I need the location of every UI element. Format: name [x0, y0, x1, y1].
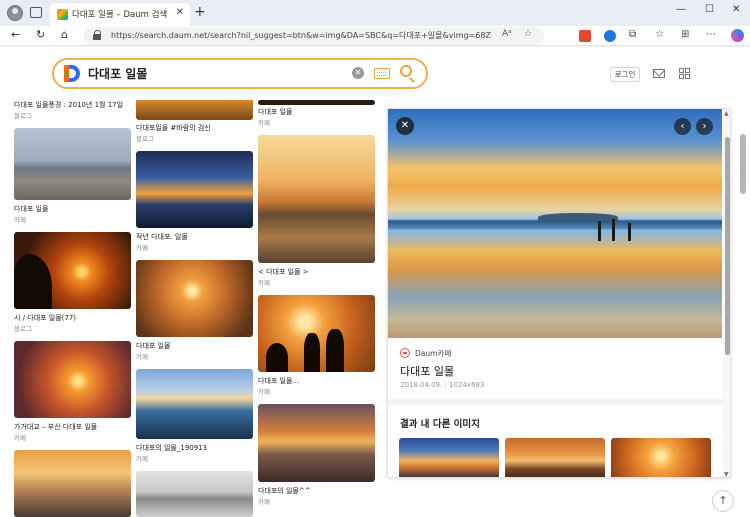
- browser-tab-active[interactable]: 다대포 일몰 – Daum 검색 ✕: [50, 3, 190, 26]
- extension-ex-icon[interactable]: EX: [554, 30, 566, 42]
- tab-title: 다대포 일몰 – Daum 검색: [72, 10, 168, 20]
- maximize-button[interactable]: ☐: [705, 4, 714, 15]
- result-caption[interactable]: 다대포 일몰: [136, 341, 254, 351]
- result-source: 블로그: [14, 325, 32, 333]
- preview-source[interactable]: Daum카페: [415, 348, 451, 359]
- search-icon[interactable]: [400, 65, 412, 77]
- close-preview-icon[interactable]: ✕: [396, 117, 414, 135]
- search-input[interactable]: 다대포 일몰: [88, 65, 147, 82]
- result-thumbnail[interactable]: [14, 232, 131, 309]
- result-source: 블로그: [14, 112, 32, 120]
- title-bar: 다대포 일몰 – Daum 검색 ✕ + — ☐ ✕: [0, 0, 750, 26]
- daum-search-page: 다대포 일몰 ✕ 로그인 다대포 일몰풍경 : 2010년 1월 17일 블로그…: [0, 47, 750, 517]
- copilot-icon[interactable]: [731, 29, 744, 42]
- divider: [388, 399, 723, 405]
- extensions-puzzle-icon[interactable]: ⧉: [629, 29, 636, 40]
- preview-image[interactable]: ✕ ‹ ›: [388, 109, 722, 338]
- result-source: 카페: [14, 216, 26, 224]
- search-box[interactable]: 다대포 일몰 ✕: [52, 58, 428, 89]
- result-caption[interactable]: 다대포의 일몰_190913: [136, 443, 254, 453]
- daum-logo-icon: [64, 65, 80, 82]
- related-heading: 결과 내 다른 이미지: [400, 419, 480, 430]
- result-thumbnail[interactable]: [136, 100, 253, 120]
- result-thumbnail[interactable]: [258, 404, 375, 482]
- result-caption[interactable]: 다대포의 일몰^^: [258, 486, 376, 496]
- favorites-icon[interactable]: ☆: [655, 29, 664, 40]
- result-thumbnail[interactable]: [14, 450, 131, 517]
- result-caption[interactable]: 작년 다대포. 일몰: [136, 232, 254, 242]
- image-preview-panel: ✕ ‹ › Daum카페 다대포 일몰 2018.04.09. | 1024x6…: [387, 108, 731, 478]
- result-source: 카페: [136, 455, 148, 463]
- result-thumbnail[interactable]: [136, 151, 253, 228]
- result-caption[interactable]: 다대포 일몰: [14, 204, 132, 214]
- result-caption[interactable]: 다대포 일몰풍경 : 2010년 1월 17일: [14, 100, 132, 110]
- result-thumbnail[interactable]: [136, 260, 253, 337]
- result-source: 카페: [14, 434, 26, 442]
- url-text[interactable]: https://search.daum.net/search?nil_sugge…: [111, 30, 491, 41]
- favorite-star-icon[interactable]: ☆: [524, 29, 532, 39]
- result-source: 카페: [258, 119, 270, 127]
- result-caption[interactable]: 가거대교 – 부산 다대포 일몰: [14, 422, 132, 432]
- daum-favicon-icon: [57, 9, 68, 20]
- app-grid-icon[interactable]: [679, 68, 690, 79]
- page-scrollbar[interactable]: [737, 108, 750, 517]
- daum-cafe-icon: [400, 348, 410, 358]
- new-tab-button[interactable]: +: [194, 4, 206, 20]
- prev-image-icon[interactable]: ‹: [674, 118, 691, 135]
- result-thumbnail[interactable]: [14, 341, 131, 418]
- result-caption[interactable]: < 다대포 일몰 >: [258, 267, 376, 277]
- result-source: 블로그: [136, 135, 154, 143]
- result-caption[interactable]: 시 / 다대포 일몰(77): [14, 313, 132, 323]
- home-icon[interactable]: ⌂: [61, 28, 68, 41]
- result-source: 카페: [258, 388, 270, 396]
- minimize-button[interactable]: —: [676, 4, 686, 15]
- tab-close-icon[interactable]: ✕: [176, 7, 184, 18]
- extension-blue-icon[interactable]: [604, 30, 616, 42]
- more-menu-icon[interactable]: ⋯: [706, 29, 716, 40]
- tab-actions-icon[interactable]: [30, 7, 42, 18]
- result-source: 카페: [258, 498, 270, 506]
- lock-icon[interactable]: [93, 30, 102, 41]
- preview-meta: 2018.04.09. | 1024x683: [400, 381, 485, 389]
- result-thumbnail[interactable]: [258, 100, 375, 105]
- result-caption[interactable]: 다대포 일몰...: [258, 376, 376, 386]
- clear-search-icon[interactable]: ✕: [352, 67, 364, 79]
- read-aloud-icon[interactable]: Aᵃ: [502, 29, 512, 39]
- related-thumbnail[interactable]: [399, 438, 499, 477]
- preview-title[interactable]: 다대포 일몰: [400, 363, 454, 379]
- collections-icon[interactable]: ⊞: [681, 29, 689, 40]
- back-arrow-icon[interactable]: ←: [11, 28, 20, 41]
- result-thumbnail[interactable]: [258, 135, 375, 263]
- scroll-to-top-button[interactable]: ↑: [712, 490, 734, 512]
- result-thumbnail[interactable]: [258, 295, 375, 372]
- preview-scrollbar[interactable]: ▲ ▼: [723, 109, 730, 477]
- related-thumbnail[interactable]: [611, 438, 711, 477]
- result-source: 카페: [136, 244, 148, 252]
- result-thumbnail[interactable]: [14, 128, 131, 200]
- result-source: 카페: [136, 353, 148, 361]
- next-image-icon[interactable]: ›: [696, 118, 713, 135]
- keyboard-icon[interactable]: [374, 68, 390, 79]
- address-bar[interactable]: https://search.daum.net/search?nil_sugge…: [84, 27, 544, 45]
- related-thumbnail[interactable]: [505, 438, 605, 477]
- profile-avatar-icon[interactable]: [7, 5, 23, 21]
- mail-icon[interactable]: [653, 69, 665, 78]
- extension-red-icon[interactable]: [579, 30, 591, 42]
- browser-toolbar: ← ↻ ⌂ https://search.daum.net/search?nil…: [0, 26, 750, 46]
- result-thumbnail[interactable]: [136, 471, 253, 517]
- result-source: 카페: [258, 279, 270, 287]
- result-caption[interactable]: 다대포일몰 #바람의 검신: [136, 123, 254, 133]
- result-thumbnail[interactable]: [136, 369, 253, 439]
- close-window-button[interactable]: ✕: [732, 4, 740, 15]
- result-caption[interactable]: 다대포 일몰: [258, 107, 376, 117]
- refresh-icon[interactable]: ↻: [36, 28, 45, 41]
- login-button[interactable]: 로그인: [610, 67, 640, 82]
